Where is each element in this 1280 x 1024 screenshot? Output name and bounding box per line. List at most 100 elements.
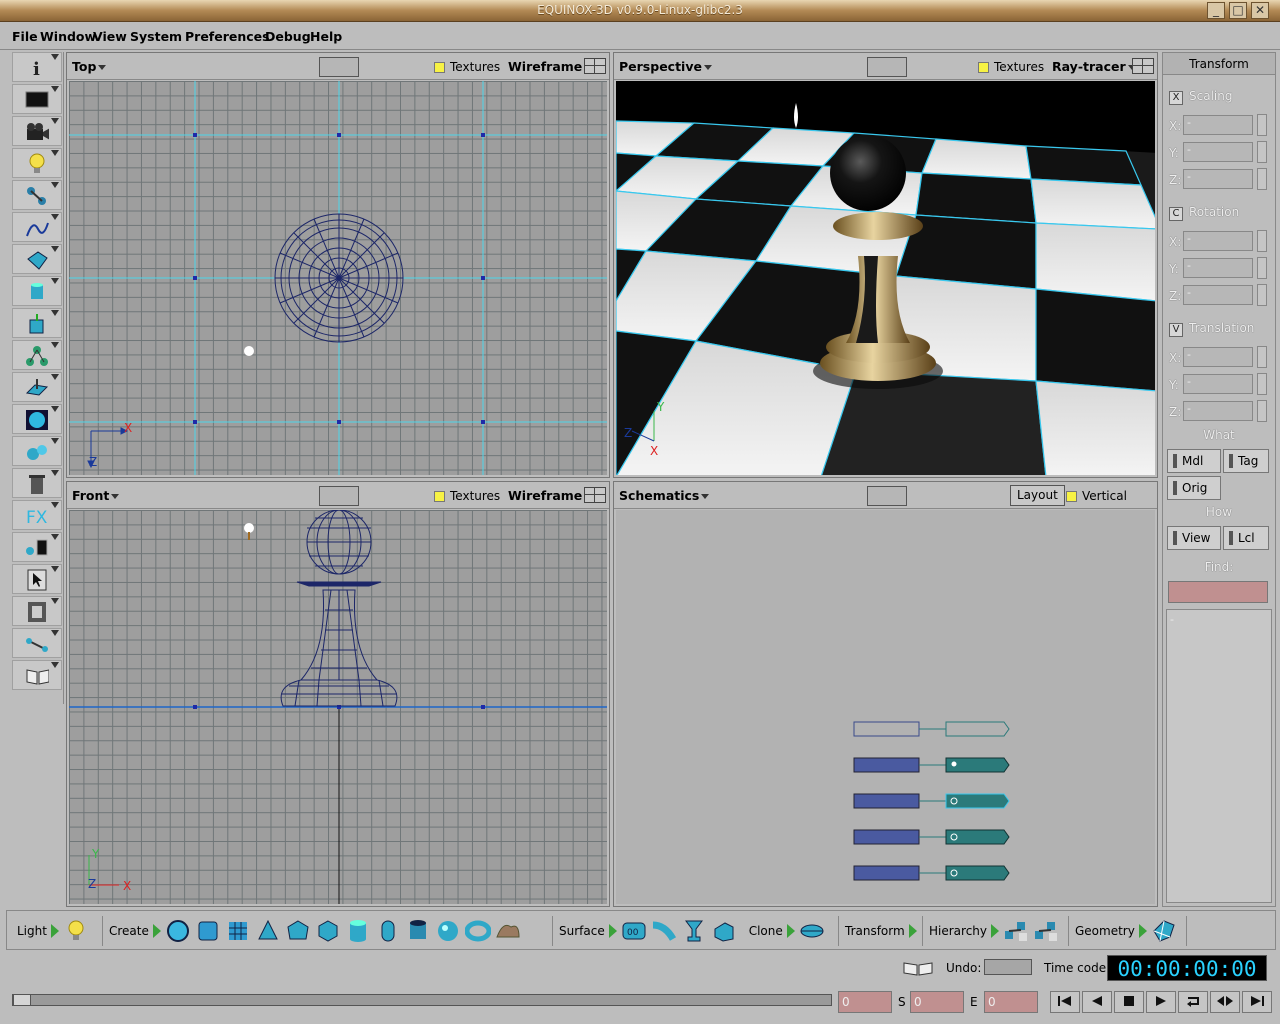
viewport-top-title[interactable]: Top bbox=[72, 59, 107, 74]
transform-box-button[interactable] bbox=[12, 308, 62, 338]
ping-pong-button[interactable] bbox=[1210, 991, 1240, 1013]
trans-x-field[interactable]: - bbox=[1183, 347, 1253, 367]
torus-icon[interactable] bbox=[464, 918, 491, 944]
rot-y-field[interactable]: - bbox=[1183, 258, 1253, 278]
hierarchy-unlink-icon[interactable] bbox=[1033, 918, 1059, 944]
schematic-node-4[interactable] bbox=[853, 865, 1010, 881]
render-mode-select[interactable]: Wireframe bbox=[508, 488, 593, 503]
icosahedron-icon[interactable] bbox=[315, 918, 341, 944]
what-mdl-button[interactable]: Mdl bbox=[1167, 449, 1221, 473]
monitor-tool-button[interactable] bbox=[12, 84, 62, 114]
view-axes-button[interactable] bbox=[867, 57, 907, 77]
go-to-start-button[interactable] bbox=[1050, 991, 1080, 1013]
list-item[interactable]: - bbox=[1170, 613, 1174, 626]
square-icon[interactable] bbox=[195, 918, 221, 944]
how-view-button[interactable]: View bbox=[1167, 526, 1221, 550]
trans-y-scroll[interactable] bbox=[1257, 373, 1267, 395]
front-view-canvas[interactable]: Y Z X bbox=[69, 510, 607, 904]
play-button[interactable] bbox=[1146, 991, 1176, 1013]
textures-checkbox[interactable]: Textures bbox=[978, 60, 1044, 74]
go-to-end-button[interactable] bbox=[1242, 991, 1272, 1013]
scaling-section[interactable]: X Scaling bbox=[1169, 89, 1232, 105]
cylinder-tool-button[interactable] bbox=[12, 276, 62, 306]
expand-arrow-icon[interactable] bbox=[152, 924, 161, 938]
layout-button[interactable]: Layout bbox=[1010, 485, 1065, 506]
menu-file[interactable]: File bbox=[12, 29, 38, 44]
trans-x-scroll[interactable] bbox=[1257, 346, 1267, 368]
scale-z-field[interactable]: - bbox=[1183, 169, 1253, 189]
trash-tool-button[interactable] bbox=[12, 468, 62, 498]
menu-view[interactable]: View bbox=[93, 29, 127, 44]
schematics-canvas[interactable] bbox=[616, 510, 1155, 904]
clone-icon[interactable] bbox=[799, 918, 825, 944]
maximize-button[interactable]: □ bbox=[1229, 2, 1247, 19]
nodes-tool-button[interactable] bbox=[12, 180, 62, 210]
book-icon[interactable] bbox=[902, 960, 934, 979]
expand-arrow-icon[interactable] bbox=[908, 924, 917, 938]
grid-plane-icon[interactable] bbox=[225, 918, 251, 944]
sphere-icon[interactable] bbox=[435, 918, 461, 944]
timeline-slider[interactable] bbox=[12, 994, 832, 1006]
bone-tool-button[interactable] bbox=[12, 532, 62, 562]
shelf-create-group[interactable]: Create bbox=[103, 916, 553, 946]
shelf-surface-group[interactable]: Surface 00 Clone bbox=[553, 916, 839, 946]
schematic-node-2[interactable] bbox=[853, 793, 1010, 809]
shelf-hierarchy-group[interactable]: Hierarchy bbox=[923, 916, 1069, 946]
undo-indicator[interactable] bbox=[984, 959, 1032, 975]
timeline-handle[interactable] bbox=[13, 994, 31, 1006]
scale-y-field[interactable]: - bbox=[1183, 142, 1253, 162]
expand-arrow-icon[interactable] bbox=[1138, 924, 1147, 938]
light-tool-button[interactable] bbox=[12, 148, 62, 178]
extrude-icon[interactable] bbox=[711, 918, 737, 944]
loop-button[interactable] bbox=[1178, 991, 1208, 1013]
plane-tool-button[interactable] bbox=[12, 372, 62, 402]
menu-help[interactable]: Help bbox=[310, 29, 342, 44]
render-mode-select[interactable]: Ray-tracer bbox=[1052, 59, 1136, 74]
rot-z-scroll[interactable] bbox=[1257, 284, 1267, 306]
window-titlebar[interactable]: EQUINOX-3D v0.9.0-Linux-glibc2.3 _ □ ✕ bbox=[0, 0, 1280, 22]
lathe-icon[interactable] bbox=[681, 918, 707, 944]
rot-x-field[interactable]: - bbox=[1183, 231, 1253, 251]
viewport-schematics[interactable]: Schematics Layout Vertical bbox=[613, 481, 1158, 907]
menu-window[interactable]: Window bbox=[40, 29, 96, 44]
rot-z-field[interactable]: - bbox=[1183, 285, 1253, 305]
render-mode-select[interactable]: Wireframe bbox=[508, 59, 593, 74]
minimize-button[interactable]: _ bbox=[1207, 2, 1225, 19]
dodecahedron-icon[interactable] bbox=[285, 918, 311, 944]
shelf-light-group[interactable]: Light bbox=[11, 916, 103, 946]
camera-tool-button[interactable] bbox=[12, 116, 62, 146]
fx-tool-button[interactable]: FX bbox=[12, 500, 62, 530]
schematic-node-3[interactable] bbox=[853, 829, 1010, 845]
scale-y-scroll[interactable] bbox=[1257, 141, 1267, 163]
scale-x-field[interactable]: - bbox=[1183, 115, 1253, 135]
what-tag-button[interactable]: Tag bbox=[1223, 449, 1269, 473]
expand-arrow-icon[interactable] bbox=[786, 924, 795, 938]
hierarchy-tool-button[interactable] bbox=[12, 340, 62, 370]
stop-button[interactable] bbox=[1114, 991, 1144, 1013]
perspective-render-canvas[interactable]: Y Z X bbox=[616, 81, 1155, 475]
rot-y-scroll[interactable] bbox=[1257, 257, 1267, 279]
rot-x-scroll[interactable] bbox=[1257, 230, 1267, 252]
mesh-shape-icon[interactable] bbox=[495, 918, 521, 944]
translation-section[interactable]: V Translation bbox=[1169, 321, 1254, 337]
find-results-list[interactable]: - bbox=[1166, 609, 1272, 903]
expand-arrow-icon[interactable] bbox=[50, 924, 59, 938]
sphere-tool-button[interactable] bbox=[12, 404, 62, 434]
book-tool-button[interactable] bbox=[12, 660, 62, 690]
expand-arrow-icon[interactable] bbox=[608, 924, 617, 938]
find-input[interactable] bbox=[1168, 581, 1268, 603]
how-lcl-button[interactable]: Lcl bbox=[1223, 526, 1269, 550]
textures-checkbox[interactable]: Textures bbox=[434, 60, 500, 74]
viewport-layout-icon[interactable] bbox=[1132, 58, 1154, 74]
scale-z-scroll[interactable] bbox=[1257, 168, 1267, 190]
viewport-perspective[interactable]: Perspective Textures Ray-tracer Y Z X bbox=[613, 52, 1158, 478]
viewport-front[interactable]: Front Textures Wireframe Y Z X bbox=[66, 481, 610, 907]
top-view-canvas[interactable]: X Z bbox=[69, 81, 607, 475]
lightbulb-icon[interactable] bbox=[63, 918, 89, 944]
curve-tool-button[interactable] bbox=[12, 212, 62, 242]
vertical-checkbox[interactable]: Vertical bbox=[1066, 489, 1127, 503]
hierarchy-link-icon[interactable] bbox=[1003, 918, 1029, 944]
end-frame-field[interactable]: 0 bbox=[984, 991, 1038, 1013]
current-frame-field[interactable]: 0 bbox=[838, 991, 892, 1013]
view-axes-button[interactable] bbox=[319, 486, 359, 506]
